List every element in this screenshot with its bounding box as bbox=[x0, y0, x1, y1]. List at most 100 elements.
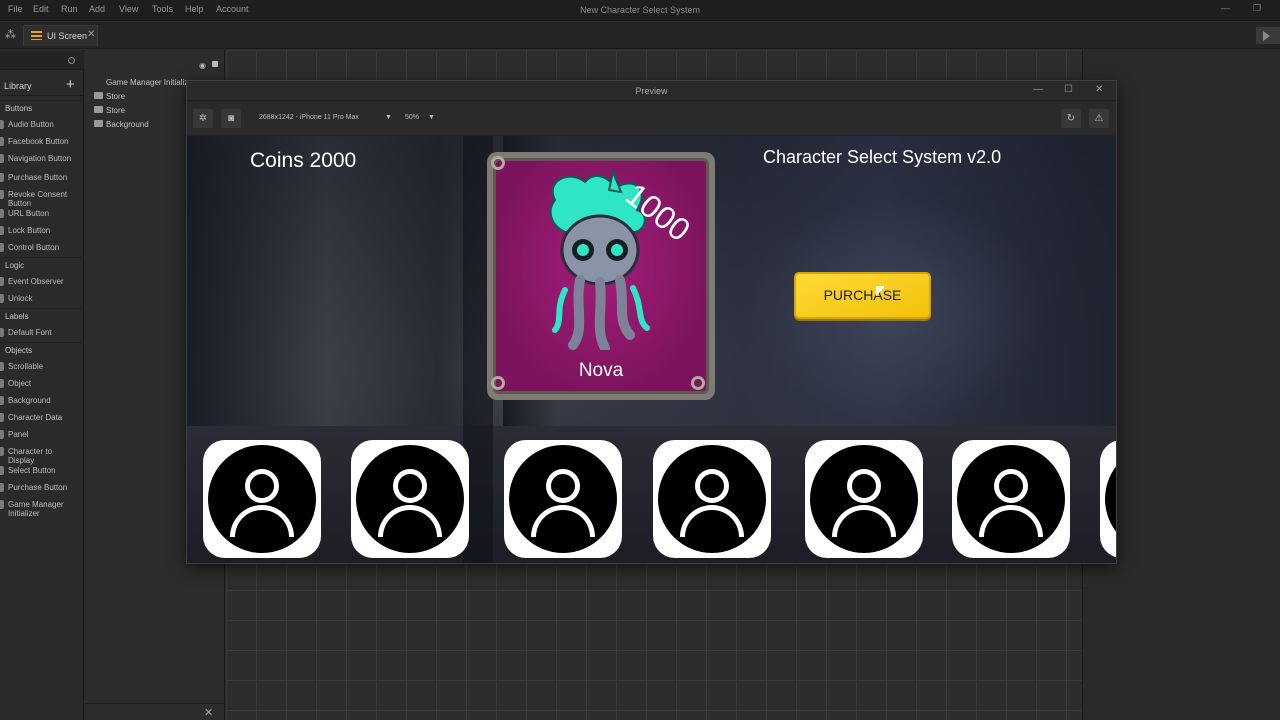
store-icon bbox=[94, 106, 103, 113]
library-item[interactable]: Navigation Button bbox=[0, 151, 84, 170]
character-slot-button[interactable] bbox=[653, 440, 771, 558]
character-slot-button[interactable] bbox=[203, 440, 321, 558]
library-item-label: Labels bbox=[5, 312, 29, 321]
menu-bar: File Edit Run Add View Tools Help Accoun… bbox=[0, 0, 1280, 21]
library-category[interactable]: Labels bbox=[0, 308, 84, 325]
library-item[interactable]: Object bbox=[0, 376, 84, 393]
camera-icon[interactable]: ◙ bbox=[221, 109, 241, 128]
maximize-icon[interactable]: ☐ bbox=[1064, 84, 1073, 95]
library-item-label: Control Button bbox=[8, 243, 60, 252]
close-icon[interactable]: ✕ bbox=[87, 29, 95, 40]
device-select[interactable]: 2688x1242 - iPhone 11 Pro Max bbox=[259, 114, 359, 121]
add-icon[interactable]: + bbox=[66, 76, 75, 93]
character-slot-button[interactable] bbox=[805, 440, 923, 558]
item-color-swatch bbox=[0, 500, 4, 509]
library-item-label: Buttons bbox=[5, 104, 33, 113]
user-icon bbox=[356, 445, 464, 553]
library-item[interactable]: Event Observer bbox=[0, 274, 84, 291]
zoom-select[interactable]: 50% bbox=[405, 114, 419, 121]
library-item[interactable]: Select Button bbox=[0, 463, 84, 480]
library-item[interactable]: URL Button bbox=[0, 206, 84, 223]
library-item[interactable]: Unlock bbox=[0, 291, 84, 308]
app-title: Character Select System v2.0 bbox=[763, 147, 1002, 167]
library-item-label: Unlock bbox=[8, 294, 33, 303]
visibility-icon[interactable]: ◉ bbox=[199, 61, 206, 70]
preview-window: Preview — ☐ ✕ ✲ ◙ 2688x1242 - iPhone 11 … bbox=[186, 80, 1117, 564]
library-item[interactable]: Lock Button bbox=[0, 223, 84, 240]
mouse-cursor-icon bbox=[876, 286, 884, 298]
maximize-icon[interactable]: ❐ bbox=[1253, 3, 1261, 14]
user-icon-body bbox=[979, 505, 1043, 537]
character-slot-button[interactable] bbox=[1100, 440, 1116, 558]
item-color-swatch bbox=[0, 120, 4, 129]
item-color-swatch bbox=[0, 294, 4, 303]
item-color-swatch bbox=[0, 173, 4, 182]
library-item[interactable]: Revoke Consent Button bbox=[0, 187, 84, 208]
coins-label: Coins 2000 bbox=[250, 149, 357, 172]
item-color-swatch bbox=[0, 226, 4, 235]
library-item[interactable]: Audio Button bbox=[0, 117, 84, 134]
purchase-button[interactable]: PURCHASE bbox=[794, 272, 931, 319]
refresh-icon[interactable]: ↻ bbox=[1061, 109, 1081, 128]
library-item[interactable]: Default Font bbox=[0, 325, 84, 342]
item-color-swatch bbox=[0, 154, 4, 163]
library-item-label: Purchase Button bbox=[8, 483, 68, 492]
preview-titlebar[interactable]: Preview — ☐ ✕ bbox=[187, 81, 1116, 101]
library-item[interactable]: Game Manager Initializer bbox=[0, 497, 84, 518]
user-icon-head bbox=[847, 469, 881, 503]
library-category[interactable]: Objects bbox=[0, 342, 84, 359]
close-icon[interactable]: ✕ bbox=[1095, 84, 1103, 95]
minimize-icon[interactable]: — bbox=[1221, 3, 1230, 13]
tab-ui-screen[interactable]: UI Screen ✕ bbox=[23, 25, 98, 46]
user-icon-head bbox=[245, 469, 279, 503]
library-panel: Library + Buttons Audio Button Facebook Bu… bbox=[0, 50, 84, 720]
character-slot-button[interactable] bbox=[952, 440, 1070, 558]
user-icon-body bbox=[680, 505, 744, 537]
library-item-label: Lock Button bbox=[8, 226, 51, 235]
search-icon[interactable] bbox=[68, 57, 75, 64]
library-item[interactable]: Facebook Button bbox=[0, 134, 84, 151]
library-item[interactable]: Background bbox=[0, 393, 84, 410]
lock-icon[interactable] bbox=[212, 61, 218, 67]
hierarchy-item-label: Background bbox=[106, 120, 149, 129]
tab-label: UI Screen bbox=[47, 31, 88, 41]
library-item-label: Logic bbox=[5, 261, 25, 270]
user-icon bbox=[208, 445, 316, 553]
library-item[interactable]: Character to Display bbox=[0, 444, 84, 465]
library-item-label: Facebook Button bbox=[8, 137, 69, 146]
character-slot-button[interactable] bbox=[351, 440, 469, 558]
library-item-label: Objects bbox=[5, 346, 33, 355]
library-category[interactable]: Buttons bbox=[0, 100, 84, 117]
library-item-label: Object bbox=[8, 379, 32, 388]
user-icon bbox=[957, 445, 1065, 553]
close-icon[interactable]: ✕ bbox=[204, 706, 213, 719]
library-item[interactable]: Purchase Button bbox=[0, 170, 84, 187]
library-item[interactable]: Panel bbox=[0, 427, 84, 444]
item-color-swatch bbox=[0, 243, 4, 252]
item-color-swatch bbox=[0, 379, 4, 388]
item-color-swatch bbox=[0, 277, 4, 286]
debug-icon[interactable]: ✲ bbox=[193, 109, 213, 128]
chevron-down-icon[interactable]: ▼ bbox=[428, 114, 435, 121]
library-category[interactable]: Logic bbox=[0, 257, 84, 274]
character-slot-button[interactable] bbox=[504, 440, 622, 558]
library-search-input[interactable] bbox=[0, 52, 84, 70]
library-header: Library + bbox=[0, 74, 84, 96]
library-item-label: Game Manager Initializer bbox=[8, 500, 64, 518]
warning-icon[interactable]: ⚠ bbox=[1089, 109, 1109, 128]
minimize-icon[interactable]: — bbox=[1033, 84, 1043, 95]
library-item[interactable]: Purchase Button bbox=[0, 480, 84, 497]
corner-ornament bbox=[491, 156, 505, 170]
hierarchy-icon[interactable]: ⁂ bbox=[5, 28, 16, 41]
preview-title: Preview bbox=[635, 86, 668, 96]
library-item[interactable]: Scrollable bbox=[0, 359, 84, 376]
chevron-down-icon[interactable]: ▼ bbox=[385, 114, 392, 121]
library-item[interactable]: Character Data bbox=[0, 410, 84, 427]
preview-toolbar: ✲ ◙ 2688x1242 - iPhone 11 Pro Max ▼ 50% … bbox=[187, 102, 1116, 135]
background-icon bbox=[94, 120, 103, 127]
play-button[interactable] bbox=[1256, 27, 1280, 44]
library-item-label: Audio Button bbox=[8, 120, 54, 129]
user-icon-head bbox=[994, 469, 1028, 503]
library-item[interactable]: Control Button bbox=[0, 240, 84, 257]
user-icon-head bbox=[695, 469, 729, 503]
